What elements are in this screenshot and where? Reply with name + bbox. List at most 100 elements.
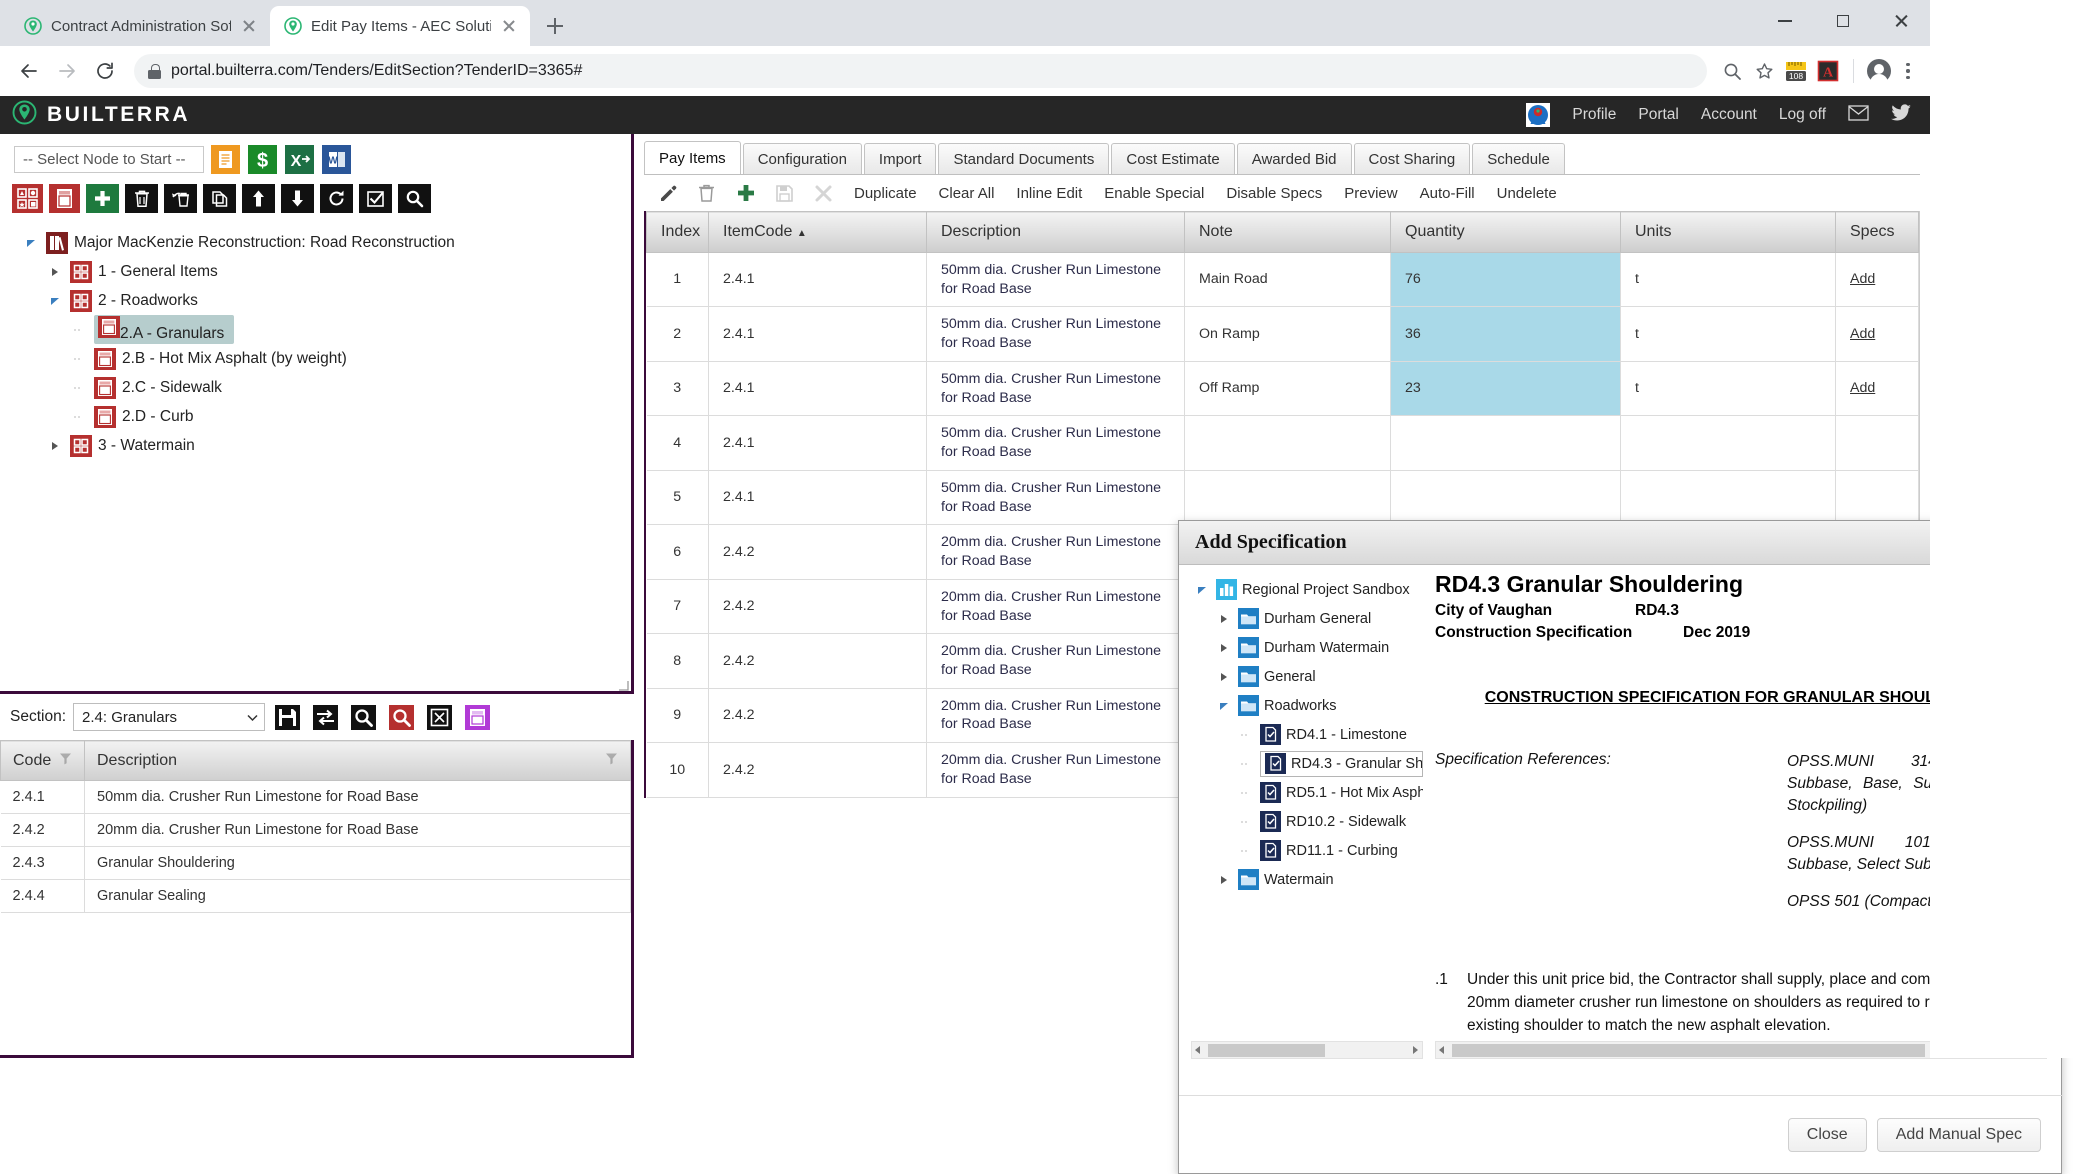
spec-tree-node-2[interactable]: Durham Watermain: [1191, 633, 1423, 662]
move-up-icon[interactable]: [242, 184, 275, 213]
tree-node-5[interactable]: 2.C - Sidewalk: [16, 373, 634, 402]
spec-tree-node-5[interactable]: RD4.1 - Limestone: [1191, 720, 1423, 749]
spec-tree-node-7[interactable]: RD5.1 - Hot Mix Asphalt: [1191, 778, 1423, 807]
tree-expander-expanded-icon[interactable]: [1215, 697, 1233, 715]
refresh-icon[interactable]: [320, 184, 353, 213]
add-plus-icon[interactable]: [726, 177, 765, 209]
node-select-input[interactable]: -- Select Node to Start --: [14, 146, 204, 173]
quantity-cell[interactable]: 76: [1390, 252, 1621, 308]
scroll-right-arrow-icon[interactable]: [1413, 1046, 1418, 1054]
spec-tree-node-4[interactable]: Roadworks: [1191, 691, 1423, 720]
nav-profile-link[interactable]: Profile: [1572, 106, 1616, 124]
table-row[interactable]: 5 2.4.1 50mm dia. Crusher Run Limestone …: [646, 470, 1919, 526]
delete-icon[interactable]: [125, 184, 158, 213]
browser-tab-1-close-icon[interactable]: [240, 17, 258, 35]
forward-arrow-icon[interactable]: [50, 54, 84, 88]
table-row[interactable]: 2.4.1 50mm dia. Crusher Run Limestone fo…: [0, 780, 631, 814]
pdf-extension-icon[interactable]: A: [1815, 58, 1841, 84]
user-avatar[interactable]: [1526, 103, 1551, 127]
quantity-cell[interactable]: [1390, 470, 1621, 526]
cancel-x-icon[interactable]: [804, 177, 843, 209]
add-spec-link[interactable]: Add: [1850, 271, 1875, 287]
tab-schedule[interactable]: Schedule: [1472, 143, 1565, 174]
browser-menu-icon[interactable]: [1898, 59, 1918, 83]
preview-link[interactable]: Preview: [1333, 185, 1408, 202]
close-button[interactable]: Close: [1787, 1117, 1867, 1152]
delete-trash-icon[interactable]: [687, 177, 726, 209]
tree-expander-collapsed-icon[interactable]: [1215, 668, 1233, 686]
search-icon[interactable]: [398, 184, 431, 213]
tab-import[interactable]: Import: [863, 143, 937, 174]
restore-delete-icon[interactable]: [164, 184, 197, 213]
quantity-cell[interactable]: 23: [1390, 361, 1621, 417]
save-disk-icon[interactable]: [765, 177, 804, 209]
specs-cell[interactable]: [1835, 470, 1919, 526]
grid-column-specs[interactable]: Specs: [1835, 211, 1919, 253]
tab-awarded-bid[interactable]: Awarded Bid: [1236, 143, 1352, 174]
tree-expander-collapsed-icon[interactable]: [1215, 610, 1233, 628]
table-row[interactable]: 2.4.4 Granular Sealing: [0, 879, 631, 913]
move-down-icon[interactable]: [281, 184, 314, 213]
grid-column-units[interactable]: Units: [1620, 211, 1836, 253]
add-spec-link[interactable]: Add: [1850, 326, 1875, 342]
specs-cell[interactable]: Add: [1835, 361, 1919, 417]
window-close-button[interactable]: [1872, 0, 1930, 42]
disable-specs-link[interactable]: Disable Specs: [1215, 185, 1333, 202]
excel-icon[interactable]: X: [284, 144, 315, 175]
tree-node-selected-wrapper[interactable]: 2.A - Granulars: [94, 315, 235, 344]
specs-cell[interactable]: Add: [1835, 306, 1919, 362]
mail-icon[interactable]: [1848, 104, 1869, 126]
tree-expander-collapsed-icon[interactable]: [1215, 639, 1233, 657]
reload-icon[interactable]: [88, 54, 122, 88]
table-row[interactable]: 1 2.4.1 50mm dia. Crusher Run Limestone …: [646, 252, 1919, 308]
save-icon[interactable]: [272, 702, 303, 733]
tree-expander-expanded-icon[interactable]: [22, 234, 40, 252]
nav-account-link[interactable]: Account: [1701, 106, 1757, 124]
quantity-cell[interactable]: 36: [1390, 306, 1621, 362]
spec-tree-node-8[interactable]: RD10.2 - Sidewalk: [1191, 807, 1423, 836]
expand-icon[interactable]: [424, 702, 455, 733]
spec-tree-node-1[interactable]: Durham General: [1191, 604, 1423, 633]
tree-node-3[interactable]: 2.A - Granulars: [16, 315, 634, 344]
swap-icon[interactable]: [310, 702, 341, 733]
nav-logoff-link[interactable]: Log off: [1779, 106, 1826, 124]
inline-edit-link[interactable]: Inline Edit: [1005, 185, 1093, 202]
grid-column-note[interactable]: Note: [1184, 211, 1391, 253]
tree-node-2[interactable]: 2 - Roadworks: [16, 286, 634, 315]
tab-pay-items[interactable]: Pay Items: [644, 141, 741, 174]
tree-node-0[interactable]: Major MacKenzie Reconstruction: Road Rec…: [16, 228, 634, 257]
grid-items-icon[interactable]: [12, 183, 43, 214]
brand[interactable]: BUILTERRA: [12, 100, 190, 130]
scroll-left-arrow-icon[interactable]: [1195, 1046, 1200, 1054]
table-row[interactable]: 2 2.4.1 50mm dia. Crusher Run Limestone …: [646, 306, 1919, 362]
spec-tree-node-0[interactable]: Regional Project Sandbox: [1191, 575, 1423, 604]
section-icon[interactable]: [49, 183, 80, 214]
filter-icon[interactable]: [605, 752, 618, 770]
back-arrow-icon[interactable]: [12, 54, 46, 88]
spec-horizontal-scroll-thumb[interactable]: [1452, 1044, 1925, 1057]
duplicate-link[interactable]: Duplicate: [843, 185, 928, 202]
edit-pencil-icon[interactable]: [648, 177, 687, 209]
enable-special-link[interactable]: Enable Special: [1093, 185, 1215, 202]
spec-tree-node-3[interactable]: General: [1191, 662, 1423, 691]
ruler-extension-icon[interactable]: 108: [1783, 58, 1809, 84]
nav-portal-link[interactable]: Portal: [1638, 106, 1679, 124]
grid-column-description[interactable]: Description: [926, 211, 1185, 253]
tree-node-1[interactable]: 1 - General Items: [16, 257, 634, 286]
tree-horizontal-scrollbar[interactable]: [1191, 1041, 1423, 1059]
add-icon[interactable]: [86, 184, 119, 213]
grid-column-quantity[interactable]: Quantity: [1390, 211, 1621, 253]
copy-icon[interactable]: [203, 184, 236, 213]
tree-expander-expanded-icon[interactable]: [1193, 581, 1211, 599]
check-icon[interactable]: [359, 184, 392, 213]
table-row[interactable]: 3 2.4.1 50mm dia. Crusher Run Limestone …: [646, 361, 1919, 417]
specs-cell[interactable]: [1835, 415, 1919, 471]
filter-icon[interactable]: [59, 752, 72, 770]
browser-tab-1[interactable]: Contract Administration Software: [10, 6, 270, 46]
spec-tree-node-selected-wrapper[interactable]: RD4.3 - Granular Shouldering: [1260, 750, 1423, 777]
grid-column-index[interactable]: Index: [646, 211, 709, 253]
spec-tree-node-9[interactable]: RD11.1 - Curbing: [1191, 836, 1423, 865]
dollar-icon[interactable]: $: [247, 144, 278, 175]
table-row[interactable]: 2.4.3 Granular Shouldering: [0, 846, 631, 880]
quantity-cell[interactable]: [1390, 415, 1621, 471]
